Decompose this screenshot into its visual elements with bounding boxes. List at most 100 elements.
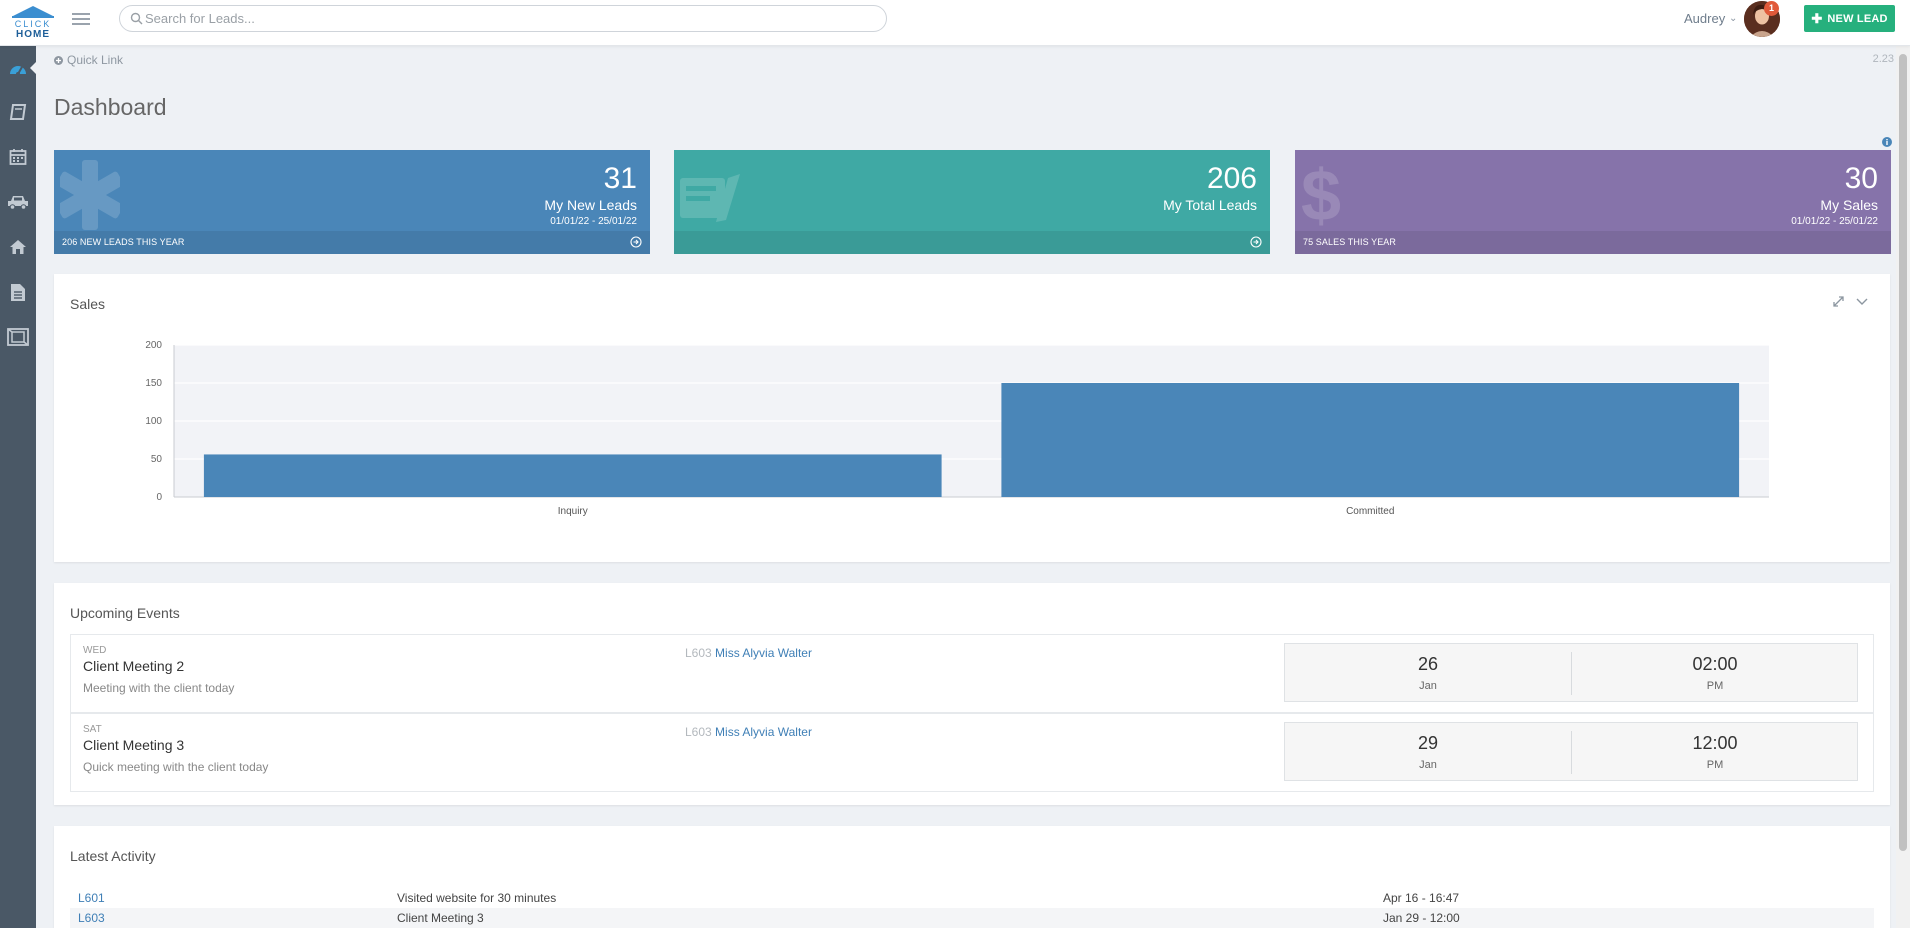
tile-my-sales[interactable]: $ 30 My Sales 01/01/22 - 25/01/22 75 SAL… <box>1295 150 1891 254</box>
y-tick-label: 200 <box>145 340 162 351</box>
event-day: SAT <box>83 724 102 735</box>
event-lead-link[interactable]: Miss Alyvia Walter <box>715 646 812 660</box>
event-time: 02:00 <box>1692 654 1738 674</box>
event-date: 26 <box>1417 654 1439 674</box>
arrow-circle-right-icon[interactable] <box>1250 236 1262 248</box>
top-bar: CLICK HOME Audrey ⌄ 1 ✚ NEW LEAD <box>0 0 1910 46</box>
event-row[interactable]: SAT Client Meeting 3 Quick meeting with … <box>70 713 1874 792</box>
dashboard-icon <box>10 66 26 76</box>
table-row[interactable]: L603 Client Meeting 3 Jan 29 - 12:00 <box>70 908 1874 928</box>
sidebar-item-floorplans[interactable] <box>0 317 36 357</box>
app-logo[interactable]: CLICK HOME <box>8 4 58 42</box>
quick-link[interactable]: Quick Link <box>54 53 123 67</box>
sidebar-item-home[interactable] <box>0 227 36 267</box>
tile-footer[interactable] <box>674 231 1270 254</box>
tile-footer[interactable]: 75 SALES THIS YEAR <box>1295 231 1891 254</box>
y-tick-label: 100 <box>145 416 162 427</box>
tile-date-range: 01/01/22 - 25/01/22 <box>1791 216 1878 227</box>
calendar-icon <box>9 149 27 165</box>
event-lead-link[interactable]: Miss Alyvia Walter <box>715 725 812 739</box>
floorplan-icon <box>7 328 29 346</box>
svg-text:$: $ <box>1301 160 1341 230</box>
home-icon <box>10 240 26 254</box>
event-lead-id: L603 <box>685 725 712 739</box>
logo-text-bottom: HOME <box>16 29 50 40</box>
y-tick-label: 0 <box>156 492 162 503</box>
search-icon <box>130 12 143 25</box>
tile-value: 30 <box>1844 162 1878 195</box>
dollar-icon: $ <box>1301 160 1341 230</box>
activity-lead-link[interactable]: L601 <box>78 891 105 905</box>
table-row[interactable]: L601 Visited website for 30 minutes Apr … <box>70 888 1874 908</box>
event-datetime: 29 Jan 12:00 PM <box>1284 722 1858 781</box>
chevron-down-icon[interactable]: ⌄ <box>1729 13 1737 24</box>
quick-link-label: Quick Link <box>67 53 124 67</box>
tile-footer[interactable]: 206 NEW LEADS THIS YEAR <box>54 231 650 254</box>
tile-label: My Sales <box>1820 197 1878 213</box>
version-number: 2.23 <box>1872 53 1894 65</box>
tile-total-leads[interactable]: 206 My Total Leads <box>674 150 1270 254</box>
event-description: Meeting with the client today <box>83 681 235 695</box>
sidebar-item-vehicles[interactable] <box>0 182 36 222</box>
y-tick-label: 50 <box>151 454 163 465</box>
document-icon <box>11 283 25 301</box>
activity-description: Visited website for 30 minutes <box>397 891 557 905</box>
event-date: 29 <box>1417 733 1439 753</box>
page-title: Dashboard <box>54 94 167 120</box>
tile-new-leads[interactable]: 31 My New Leads 01/01/22 - 25/01/22 206 … <box>54 150 650 254</box>
tile-footer-text: 206 NEW LEADS THIS YEAR <box>62 237 185 247</box>
x-tick-label: Committed <box>1346 506 1394 517</box>
search-box <box>119 5 887 32</box>
sidebar <box>0 46 37 928</box>
search-input[interactable] <box>145 6 875 31</box>
y-tick-label: 150 <box>145 378 162 389</box>
user-name[interactable]: Audrey <box>1684 11 1725 26</box>
new-lead-button[interactable]: ✚ NEW LEAD <box>1804 5 1895 32</box>
tile-value: 31 <box>603 162 637 195</box>
activity-panel-title: Latest Activity <box>70 848 156 864</box>
activity-lead-link[interactable]: L603 <box>78 911 105 925</box>
notification-badge[interactable]: 1 <box>1764 1 1779 16</box>
book-icon <box>9 104 27 120</box>
event-lead: L603 Miss Alyvia Walter <box>685 725 812 739</box>
car-icon <box>8 196 28 210</box>
event-ampm: PM <box>1706 680 1724 692</box>
info-icon[interactable] <box>1882 137 1892 147</box>
activity-description: Client Meeting 3 <box>397 911 484 925</box>
sidebar-item-calendar[interactable] <box>0 137 36 177</box>
tile-date-range: 01/01/22 - 25/01/22 <box>550 216 637 227</box>
scrollbar-thumb[interactable] <box>1899 54 1907 851</box>
upcoming-events-panel: Upcoming Events WED Client Meeting 2 Mee… <box>54 583 1890 805</box>
menu-toggle-icon[interactable] <box>72 10 90 26</box>
event-datetime: 26 Jan 02:00 PM <box>1284 643 1858 702</box>
event-description: Quick meeting with the client today <box>83 760 269 774</box>
tile-label: My Total Leads <box>1163 197 1257 213</box>
sidebar-item-dashboard[interactable] <box>0 48 37 88</box>
sidebar-item-documents[interactable] <box>0 272 36 312</box>
event-time: 12:00 <box>1692 733 1738 753</box>
plus-icon: ✚ <box>1811 10 1823 26</box>
logo-text-top: CLICK <box>15 19 52 29</box>
bar-committed <box>1001 383 1740 497</box>
sales-bar-chart: 0 50 100 150 200 Inquiry Committed <box>145 340 1769 517</box>
sidebar-item-leads[interactable] <box>0 92 36 132</box>
notes-icon <box>680 174 740 222</box>
event-month: Jan <box>1419 680 1437 692</box>
tile-value: 206 <box>1206 162 1257 195</box>
event-ampm: PM <box>1706 759 1724 771</box>
activity-time: Apr 16 - 16:47 <box>1383 891 1460 905</box>
tile-footer-text: 75 SALES THIS YEAR <box>1303 237 1397 247</box>
tile-label: My New Leads <box>544 197 637 213</box>
plus-circle-icon <box>54 55 63 65</box>
event-month: Jan <box>1419 759 1437 771</box>
event-row[interactable]: WED Client Meeting 2 Meeting with the cl… <box>70 634 1874 713</box>
activity-time: Jan 29 - 12:00 <box>1383 911 1460 925</box>
event-name: Client Meeting 3 <box>83 737 185 753</box>
event-day: WED <box>83 645 107 656</box>
event-lead-id: L603 <box>685 646 712 660</box>
x-tick-label: Inquiry <box>558 506 588 517</box>
sales-panel: Sales 0 50 100 150 200 Inquiry Committed <box>54 274 1890 562</box>
page-scrollbar[interactable] <box>1896 46 1910 928</box>
arrow-circle-right-icon[interactable] <box>630 236 642 248</box>
events-panel-title: Upcoming Events <box>70 605 180 621</box>
